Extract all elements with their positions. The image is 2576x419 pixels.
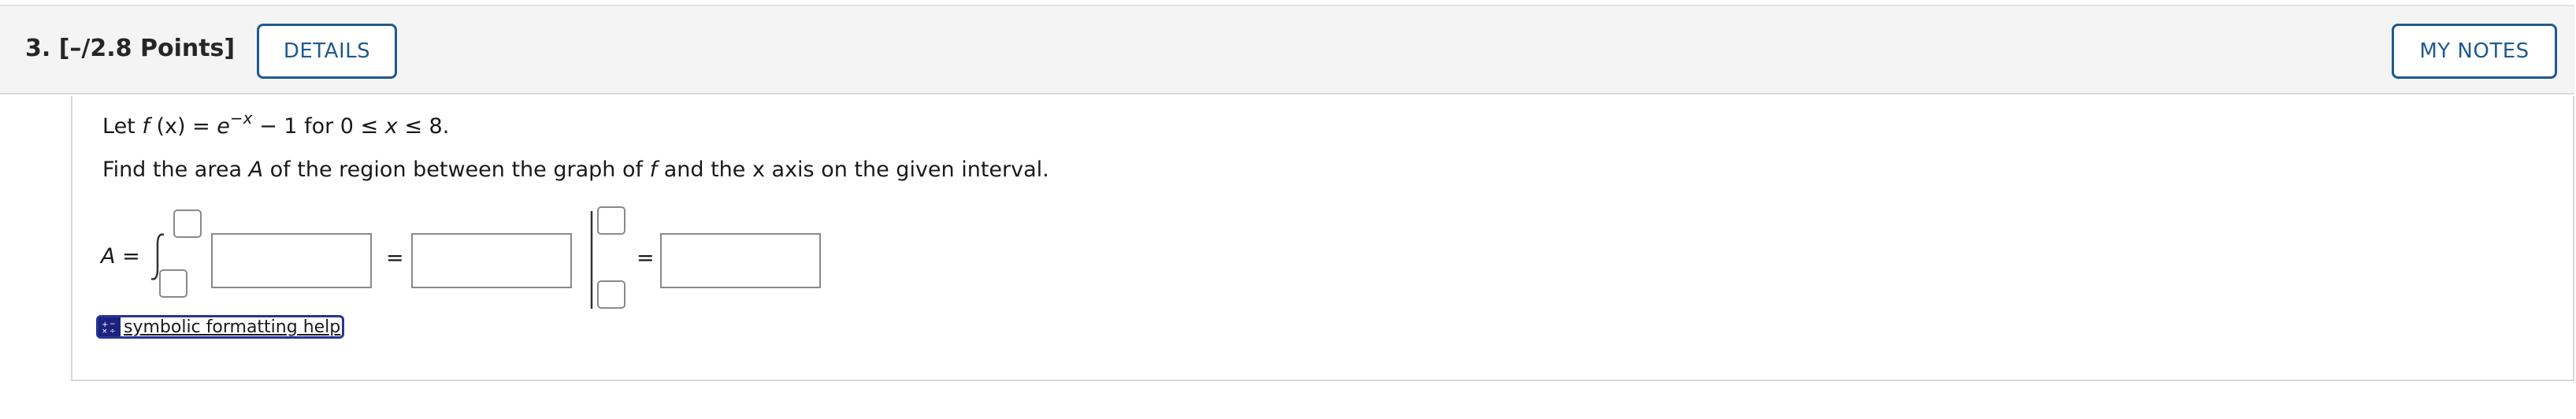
variable-x: x (384, 114, 398, 139)
symbolic-formatting-help-link[interactable]: + − × ÷ symbolic formatting help (96, 315, 345, 339)
equals-sign: = (115, 244, 140, 269)
area-label: A = (101, 244, 140, 269)
question-body: Let f (x) = e−x − 1 for 0 ≤ x ≤ 8. Find … (71, 96, 2574, 381)
equals-sign: = (386, 246, 404, 270)
integral-lower-limit-input[interactable] (159, 269, 187, 298)
area-var: A (101, 244, 116, 269)
text-segment: − 1 for 0 ≤ (252, 114, 385, 139)
help-link-label: symbolic formatting help (124, 317, 341, 337)
integrand-input[interactable] (211, 233, 372, 288)
evaluation-lower-limit-input[interactable] (597, 280, 625, 309)
formatting-help-icon: + − × ÷ (98, 317, 121, 336)
text-segment: of the region between the graph of (263, 158, 650, 182)
evaluation-bar-icon (590, 211, 593, 309)
exponent: −x (229, 109, 253, 128)
text-segment: Find the area (102, 158, 249, 182)
final-answer-input[interactable] (660, 233, 821, 288)
evaluation-upper-limit-input[interactable] (597, 206, 625, 235)
function-symbol: f (142, 114, 150, 139)
svg-text:×: × (102, 328, 108, 334)
text-segment: and the x axis on the given interval. (657, 158, 1049, 182)
problem-statement-task: Find the area A of the region between th… (102, 158, 1049, 182)
svg-text:÷: ÷ (109, 328, 116, 334)
problem-statement-function: Let f (x) = e−x − 1 for 0 ≤ x ≤ 8. (102, 109, 449, 139)
text-segment: (x) = (149, 114, 217, 139)
function-symbol: f (649, 158, 658, 182)
euler-e: e (217, 114, 230, 139)
text-segment: ≤ 8. (397, 114, 450, 139)
details-button[interactable]: DETAILS (257, 24, 397, 79)
equals-sign: = (637, 246, 655, 270)
question-header: 3. [–/2.8 Points] DETAILS MY NOTES (0, 5, 2574, 95)
my-notes-button[interactable]: MY NOTES (2392, 24, 2557, 79)
integral-upper-limit-input[interactable] (173, 210, 202, 238)
area-symbol: A (248, 158, 264, 182)
answer-row: A = = = (72, 206, 939, 309)
antiderivative-input[interactable] (411, 233, 572, 288)
question-number-points: 3. [–/2.8 Points] (25, 35, 236, 62)
text-segment: Let (102, 114, 143, 139)
